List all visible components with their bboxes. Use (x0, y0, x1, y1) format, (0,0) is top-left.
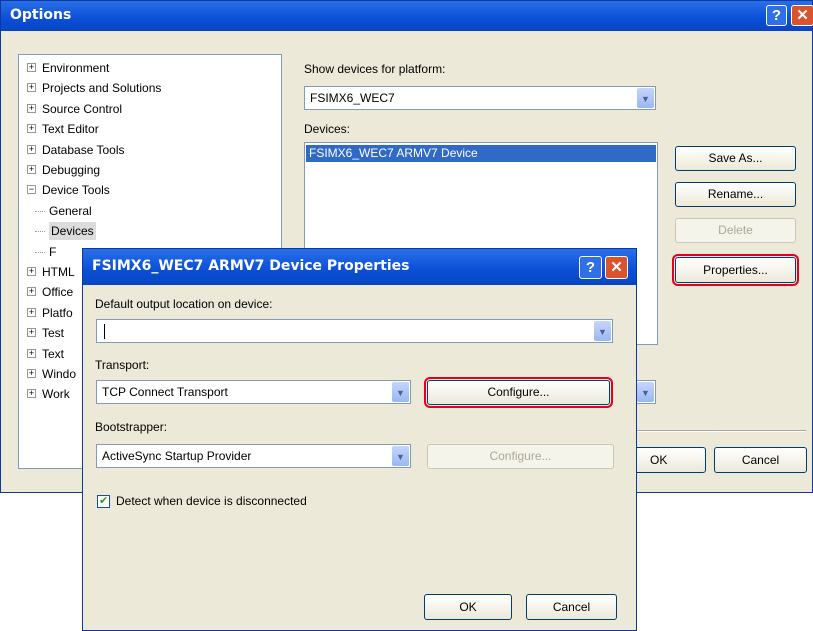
platform-select[interactable]: FSIMX6_WEC7 ▼ (304, 86, 656, 110)
expand-icon[interactable]: + (27, 307, 36, 317)
tree-item-label: Devices (49, 222, 96, 241)
output-location-label: Default output location on device: (95, 297, 273, 311)
transport-select[interactable]: TCP Connect Transport ▼ (96, 380, 411, 404)
platform-value: FSIMX6_WEC7 (310, 91, 395, 105)
chevron-down-icon[interactable]: ▼ (392, 382, 409, 402)
close-icon[interactable]: ✕ (605, 256, 628, 279)
bootstrapper-label: Bootstrapper: (95, 420, 168, 434)
save-as-button[interactable]: Save As... (675, 146, 796, 171)
properties-title-bar[interactable]: FSIMX6_WEC7 ARMV7 Device Properties ? ✕ (83, 249, 636, 285)
configure-transport-button[interactable]: Configure... (424, 377, 613, 408)
tree-item-label: Database Tools (42, 142, 125, 157)
chevron-down-icon[interactable]: ▼ (594, 321, 611, 341)
expand-icon[interactable]: + (27, 287, 36, 297)
help-icon[interactable]: ? (766, 5, 787, 26)
expand-icon[interactable]: + (27, 83, 36, 93)
configure-bootstrapper-button[interactable]: Configure... (427, 444, 614, 469)
ok-button[interactable]: OK (633, 447, 706, 473)
check-icon: ✔ (99, 495, 109, 507)
tree-item-label: Environment (42, 61, 110, 75)
tree-item-label: Debugging (42, 163, 101, 177)
device-item[interactable]: FSIMX6_WEC7 ARMV7 Device (306, 145, 656, 162)
tree-item-label: Projects and Solutions (42, 81, 162, 96)
tree-item-label: Text (42, 346, 65, 361)
text-caret (104, 324, 105, 339)
platform-label: Show devices for platform: (304, 62, 446, 76)
expand-icon[interactable]: + (27, 144, 36, 154)
expand-icon[interactable]: + (27, 348, 36, 358)
output-location-select[interactable]: ▼ (96, 319, 613, 343)
tree-item-label: Office (42, 285, 74, 300)
expand-icon[interactable]: + (27, 369, 36, 378)
tree-item-label: Test (42, 326, 65, 341)
properties-ok-button[interactable]: OK (424, 594, 512, 620)
properties-cancel-button[interactable]: Cancel (526, 594, 617, 620)
collapse-icon[interactable]: − (27, 185, 36, 195)
tree-item-label: General (49, 203, 92, 218)
chevron-down-icon[interactable]: ▼ (392, 446, 409, 466)
transport-value: TCP Connect Transport (102, 385, 228, 399)
tree-item-label: Device Tools (42, 183, 110, 198)
expand-icon[interactable]: + (27, 328, 36, 338)
properties-button[interactable]: Properties... (672, 254, 799, 286)
tree-item-label: HTML (42, 265, 75, 279)
device-properties-dialog: FSIMX6_WEC7 ARMV7 Device Properties ? ✕ … (82, 248, 637, 631)
chevron-down-icon[interactable]: ▼ (637, 88, 654, 108)
expand-icon[interactable]: + (27, 267, 36, 276)
chevron-down-icon[interactable]: ▼ (637, 382, 654, 402)
rename-button[interactable]: Rename... (675, 182, 796, 207)
bootstrapper-value: ActiveSync Startup Provider (102, 449, 252, 463)
cancel-button[interactable]: Cancel (714, 447, 807, 473)
help-icon[interactable]: ? (579, 256, 602, 279)
options-title: Options (10, 7, 72, 23)
expand-icon[interactable]: + (27, 124, 36, 134)
detect-label[interactable]: Detect when device is disconnected (116, 494, 307, 508)
tree-item-label: Text Editor (42, 122, 99, 137)
detect-checkbox[interactable]: ✔ (97, 495, 110, 508)
tree-item-label: F (49, 244, 57, 259)
expand-icon[interactable]: + (27, 63, 36, 72)
options-title-bar[interactable]: Options ? ✕ (1, 1, 813, 31)
tree-item-label: Platfo (42, 305, 73, 320)
tree-connector (35, 210, 45, 212)
transport-label: Transport: (95, 358, 150, 372)
tree-connector (35, 251, 45, 253)
expand-icon[interactable]: + (27, 165, 36, 174)
devices-label: Devices: (304, 122, 351, 136)
expand-icon[interactable]: + (27, 103, 36, 113)
tree-item-label: Source Control (42, 101, 123, 116)
tree-item-label: Windo (42, 367, 77, 381)
tree-item-label: Work (42, 387, 70, 402)
bootstrapper-select[interactable]: ActiveSync Startup Provider ▼ (96, 444, 411, 468)
delete-button[interactable]: Delete (675, 218, 796, 243)
tree-connector (35, 231, 45, 233)
expand-icon[interactable]: + (27, 389, 36, 399)
properties-title: FSIMX6_WEC7 ARMV7 Device Properties (92, 258, 410, 274)
close-icon[interactable]: ✕ (791, 5, 813, 26)
